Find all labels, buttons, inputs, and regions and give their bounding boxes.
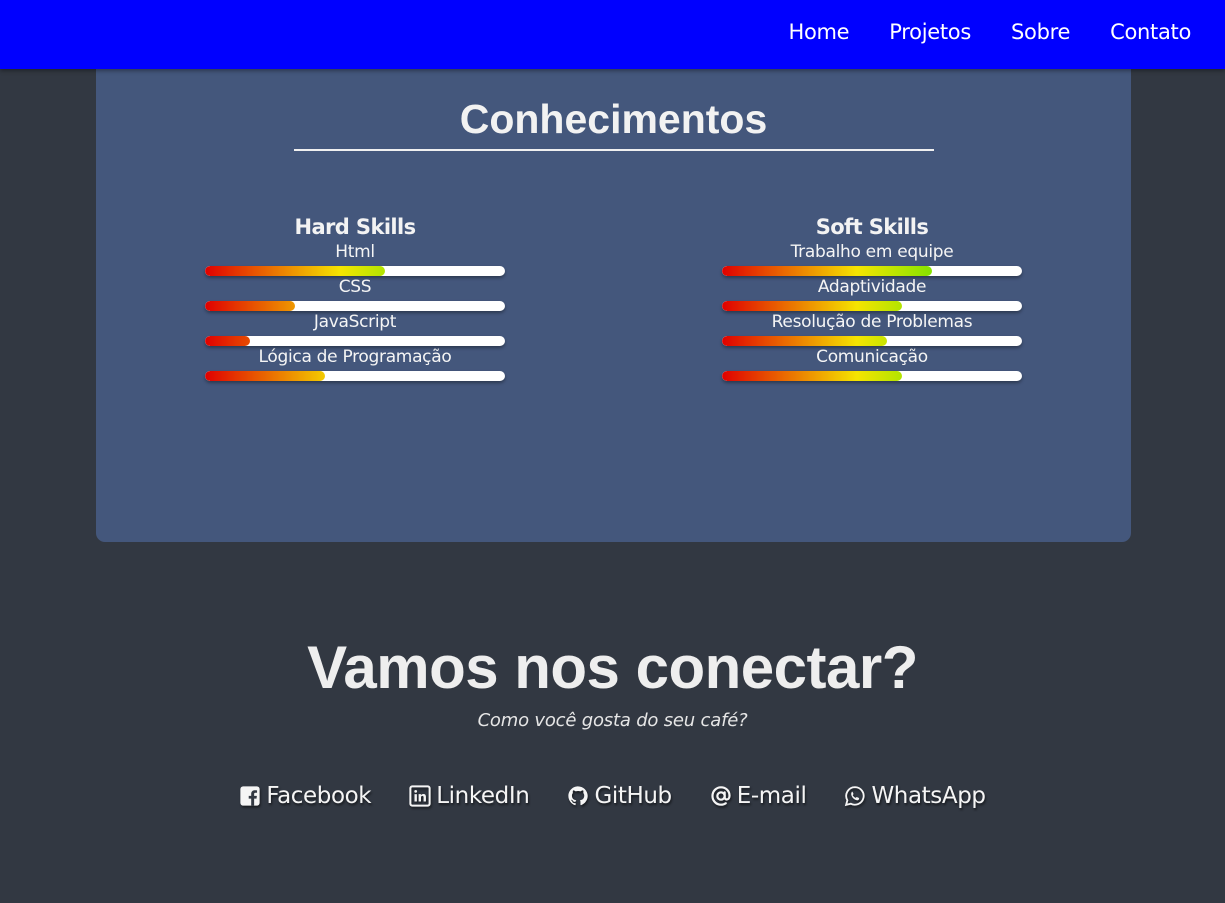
top-navbar: Home Projetos Sobre Contato xyxy=(0,0,1225,69)
skill-item: CSS xyxy=(205,277,505,312)
skill-label: Comunicação xyxy=(816,347,928,367)
skill-label: Html xyxy=(335,242,375,262)
skill-item: Resolução de Problemas xyxy=(722,312,1022,347)
nav-contato-link[interactable]: Contato xyxy=(1110,20,1191,44)
whatsapp-label: WhatsApp xyxy=(871,783,986,809)
linkedin-label: LinkedIn xyxy=(436,783,530,809)
soft-skills-column: Soft Skills Trabalho em equipe Adaptivid… xyxy=(722,212,1022,382)
skill-progress-fill xyxy=(722,371,902,381)
email-link[interactable]: E-mail xyxy=(710,783,807,809)
skill-item: Trabalho em equipe xyxy=(722,242,1022,277)
skill-progress-fill xyxy=(722,266,932,276)
linkedin-link[interactable]: LinkedIn xyxy=(409,783,530,809)
hard-skills-column: Hard Skills Html CSS JavaScript Lógica d… xyxy=(205,212,505,382)
skill-progress-bar xyxy=(205,336,505,346)
skill-item: JavaScript xyxy=(205,312,505,347)
skill-label: CSS xyxy=(338,277,372,297)
whatsapp-link[interactable]: WhatsApp xyxy=(844,783,986,809)
skill-progress-bar xyxy=(722,266,1022,276)
connect-title: Vamos nos conectar? xyxy=(307,634,918,701)
skill-item: Comunicação xyxy=(722,347,1022,382)
github-icon xyxy=(568,786,589,806)
connect-section: Vamos nos conectar? Como você gosta do s… xyxy=(0,632,1225,731)
skill-item: Lógica de Programação xyxy=(205,347,505,382)
facebook-label: Facebook xyxy=(266,783,372,809)
skill-item: Html xyxy=(205,242,505,277)
nav-home-link[interactable]: Home xyxy=(788,20,849,44)
skill-progress-fill xyxy=(205,336,250,346)
facebook-link[interactable]: Facebook xyxy=(239,783,372,809)
skill-progress-bar xyxy=(205,301,505,311)
at-sign-icon xyxy=(711,786,731,806)
nav-projetos-link[interactable]: Projetos xyxy=(889,20,971,44)
skill-progress-fill xyxy=(205,371,325,381)
skill-label: Trabalho em equipe xyxy=(790,242,954,262)
linkedin-icon xyxy=(409,785,431,807)
knowledge-card: Conhecimentos Hard Skills Html CSS JavaS… xyxy=(96,66,1131,542)
nav-sobre-link[interactable]: Sobre xyxy=(1011,20,1070,44)
github-label: GitHub xyxy=(594,783,672,809)
whatsapp-icon xyxy=(845,786,866,807)
skill-progress-bar xyxy=(722,301,1022,311)
soft-skills-title: Soft Skills xyxy=(815,215,929,239)
skill-progress-fill xyxy=(205,266,385,276)
skill-label: Resolução de Problemas xyxy=(771,312,973,332)
title-divider xyxy=(294,149,934,151)
github-link[interactable]: GitHub xyxy=(567,783,672,809)
facebook-icon xyxy=(240,786,260,806)
skill-progress-bar xyxy=(722,371,1022,381)
skill-progress-bar xyxy=(205,371,505,381)
hard-skills-title: Hard Skills xyxy=(294,215,416,239)
skill-progress-fill xyxy=(205,301,295,311)
email-label: E-mail xyxy=(736,783,807,809)
skill-progress-bar xyxy=(722,336,1022,346)
skill-label: Adaptividade xyxy=(817,277,927,297)
main-nav: Home Projetos Sobre Contato xyxy=(788,0,1191,64)
social-links: Facebook LinkedIn GitHub E-mail WhatsApp xyxy=(0,783,1225,809)
skill-label: JavaScript xyxy=(313,312,397,332)
connect-subtitle: Como você gosta do seu café? xyxy=(477,710,748,731)
skill-label: Lógica de Programação xyxy=(258,347,452,367)
skill-progress-bar xyxy=(205,266,505,276)
skill-progress-fill xyxy=(722,336,887,346)
skill-item: Adaptividade xyxy=(722,277,1022,312)
knowledge-title: Conhecimentos xyxy=(459,96,768,142)
skill-progress-fill xyxy=(722,301,902,311)
